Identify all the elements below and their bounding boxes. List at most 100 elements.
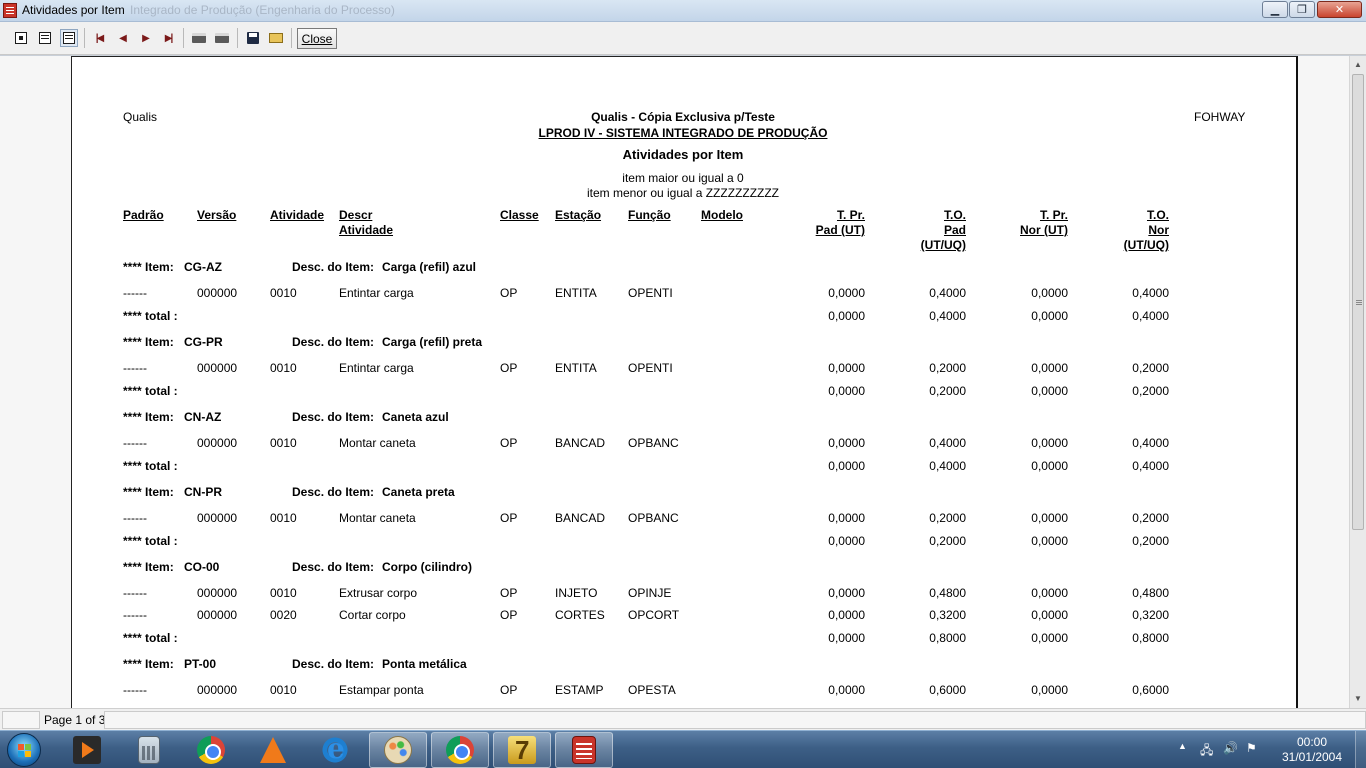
cell-versao: 000000 (197, 511, 238, 525)
taskbar-internet-explorer[interactable] (306, 732, 364, 768)
first-page-button[interactable]: |◀ (90, 29, 108, 47)
desc-prefix: Desc. do Item: (292, 485, 375, 499)
total-tprnor: 0,0000 (1031, 459, 1068, 473)
next-page-button[interactable]: ▶ (136, 29, 154, 47)
window-close-button[interactable]: ✕ (1317, 1, 1362, 18)
chevron-up-icon: ▲ (1178, 741, 1187, 751)
open-report-button[interactable] (267, 29, 285, 47)
cell-classe: OP (500, 511, 518, 525)
last-page-button[interactable]: ▶| (159, 29, 177, 47)
total-tprpad: 0,0000 (828, 631, 865, 645)
col-header-topad: T.O. (943, 208, 966, 222)
maximize-button[interactable]: ❐ (1289, 1, 1315, 18)
cell-padrao: ------ (123, 511, 147, 525)
paint-icon (384, 736, 412, 764)
close-preview-button[interactable]: Close (297, 28, 337, 49)
total-tonor: 0,4000 (1132, 309, 1169, 323)
total-tprpad: 0,0000 (828, 309, 865, 323)
cell-tonor: 0,4000 (1132, 436, 1169, 450)
taskbar-qualis-report[interactable] (555, 732, 613, 768)
cell-funcao: OPCORT (628, 608, 680, 622)
cell-tprpad: 0,0000 (828, 436, 865, 450)
network-icon[interactable]: 🖧 (1200, 741, 1213, 762)
desc-prefix: Desc. do Item: (292, 657, 375, 671)
taskbar-chrome-window[interactable] (431, 732, 489, 768)
cell-tprpad: 0,0000 (828, 286, 865, 300)
next-page-icon: ▶ (142, 32, 150, 44)
item-code: CG-AZ (184, 260, 222, 274)
open-folder-icon (269, 33, 283, 43)
scroll-up-arrow[interactable]: ▲ (1350, 56, 1366, 73)
print-icon (215, 33, 229, 43)
cell-tonor: 0,2000 (1132, 511, 1169, 525)
report-preview-area[interactable]: Qualis FOHWAY Qualis - Cópia Exclusiva p… (0, 56, 1349, 708)
window-title-bar[interactable]: Atividades por Item Integrado de Produçã… (0, 0, 1366, 22)
scrollbar-thumb[interactable] (1352, 74, 1364, 530)
cell-classe: OP (500, 586, 518, 600)
show-hidden-icons-button[interactable]: ▲ (1178, 741, 1187, 751)
taskbar-calculator[interactable] (120, 732, 178, 768)
item-code: PT-00 (184, 657, 217, 671)
total-tprpad: 0,0000 (828, 534, 865, 548)
save-report-button[interactable] (244, 29, 262, 47)
cell-atividade: 0010 (270, 436, 297, 450)
last-page-icon: ▶| (164, 32, 173, 44)
taskbar-7zip[interactable] (493, 732, 551, 768)
cell-estacao: ESTAMP (555, 683, 604, 697)
cell-atividade: 0020 (270, 608, 297, 622)
col-header-modelo: Modelo (701, 208, 743, 222)
cell-versao: 000000 (197, 608, 238, 622)
cell-tprpad: 0,0000 (828, 683, 865, 697)
page-indicator: Page 1 of 3 (44, 713, 106, 727)
cell-versao: 000000 (197, 586, 238, 600)
cell-classe: OP (500, 608, 518, 622)
cell-versao: 000000 (197, 436, 238, 450)
taskbar-chrome[interactable] (182, 732, 240, 768)
cell-atividade: 0010 (270, 586, 297, 600)
system-clock[interactable]: 00:00 31/01/2004 (1272, 735, 1352, 765)
total-tprnor: 0,0000 (1031, 309, 1068, 323)
taskbar-media-player[interactable] (58, 732, 116, 768)
filter-line2: item menor ou igual a ZZZZZZZZZZ (586, 186, 780, 200)
cell-padrao: ------ (123, 683, 147, 697)
cell-tonor: 0,6000 (1132, 683, 1169, 697)
show-desktop-button[interactable] (1355, 731, 1366, 768)
toolbar-separator (237, 28, 238, 48)
col-header-descr: Descr (339, 208, 373, 222)
cell-tprnor: 0,0000 (1031, 586, 1068, 600)
item-prefix: **** Item: (123, 657, 174, 671)
cell-padrao: ------ (123, 608, 147, 622)
cell-topad: 0,2000 (929, 361, 966, 375)
col-header-funcao: Função (628, 208, 671, 222)
total-label: **** total : (123, 384, 178, 398)
volume-icon[interactable]: 🔊 (1223, 741, 1238, 755)
print-button[interactable] (213, 29, 231, 47)
toolbar-separator (291, 28, 292, 48)
app-icon (3, 3, 17, 18)
col-header-tonor-line3: (UT/UQ) (1123, 238, 1169, 252)
taskbar-vlc[interactable] (244, 732, 302, 768)
page-width-button[interactable] (36, 29, 54, 47)
total-tprpad: 0,0000 (828, 384, 865, 398)
report-page: Qualis FOHWAY Qualis - Cópia Exclusiva p… (71, 56, 1298, 708)
cell-versao: 000000 (197, 286, 238, 300)
minimize-icon: ▁ (1270, 4, 1280, 16)
minimize-button[interactable]: ▁ (1262, 1, 1288, 18)
previous-page-button[interactable]: ◀ (113, 29, 131, 47)
page-width-icon (39, 32, 51, 44)
action-center-icon[interactable]: ⚑ (1246, 741, 1257, 755)
cell-estacao: BANCAD (555, 436, 606, 450)
zoom-100-button[interactable] (60, 29, 78, 47)
item-description: Ponta metálica (382, 657, 467, 671)
printer-setup-button[interactable] (190, 29, 208, 47)
scroll-down-arrow[interactable]: ▼ (1350, 690, 1366, 707)
item-code: CN-PR (184, 485, 222, 499)
taskbar-paint[interactable] (369, 732, 427, 768)
cell-tonor: 0,4000 (1132, 286, 1169, 300)
start-button[interactable] (7, 733, 41, 767)
vertical-scrollbar[interactable]: ▲ ▼ (1349, 56, 1366, 708)
status-cell-message (104, 711, 1366, 729)
cell-tprnor: 0,0000 (1031, 436, 1068, 450)
whole-page-button[interactable] (12, 29, 30, 47)
whole-page-icon (15, 32, 27, 44)
